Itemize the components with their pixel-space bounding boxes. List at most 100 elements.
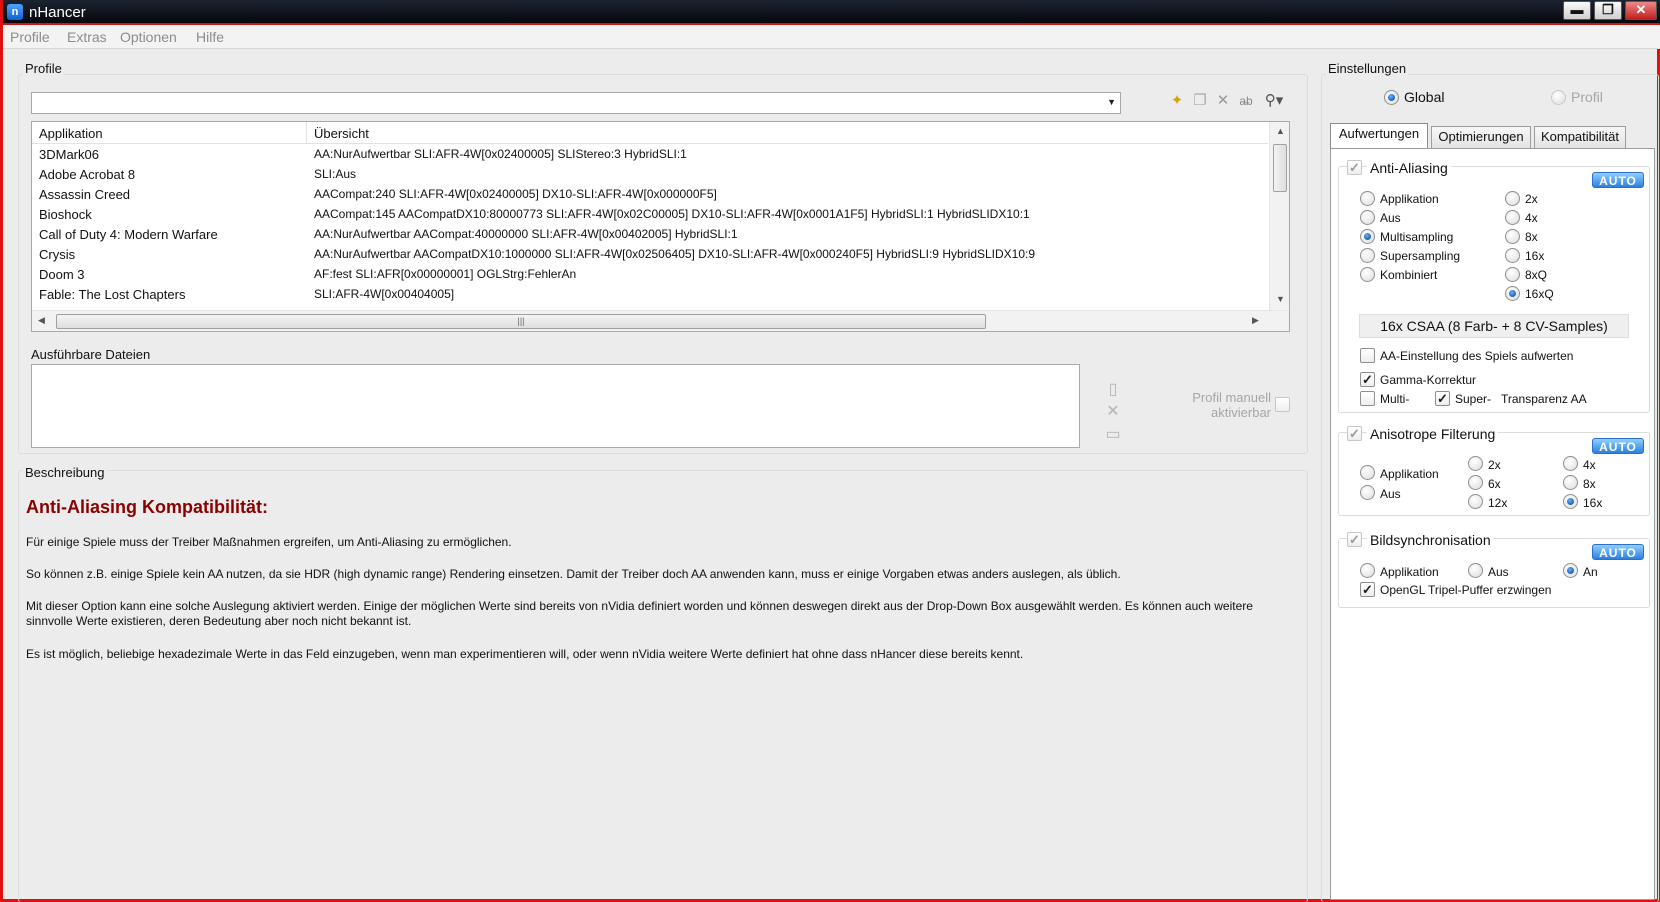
table-row[interactable]: Fable: The Lost Chapters SLI:AFR-4W[0x00… bbox=[32, 285, 1268, 305]
aa-level-16xq-radio[interactable] bbox=[1505, 286, 1520, 301]
transparency-super-checkbox[interactable]: ✓ bbox=[1435, 391, 1450, 406]
rename-profile-icon[interactable]: a̶b bbox=[1236, 91, 1256, 111]
af-level-label: 6x bbox=[1488, 477, 1501, 491]
profile-select[interactable]: ▼ bbox=[31, 92, 1121, 114]
table-cell-app: Bioshock bbox=[39, 207, 92, 222]
scope-global-label: Global bbox=[1404, 89, 1445, 105]
profiles-title: Profile bbox=[23, 61, 64, 76]
restore-button[interactable]: ❐ bbox=[1594, 1, 1622, 20]
folder-icon[interactable]: ▭ bbox=[1103, 424, 1123, 444]
triple-buffer-checkbox[interactable]: ✓ bbox=[1360, 582, 1375, 597]
menu-bar: Profile Extras Optionen Hilfe bbox=[3, 25, 1660, 49]
aa-mode-aus-radio[interactable] bbox=[1360, 210, 1375, 225]
transparency-super-label: Super- bbox=[1455, 392, 1492, 406]
vertical-scrollbar[interactable]: ▲ ▼ bbox=[1269, 122, 1289, 310]
anti-aliasing-enable-checkbox[interactable]: ✓ bbox=[1347, 160, 1362, 175]
af-level-label: 12x bbox=[1488, 496, 1508, 510]
manual-activation-checkbox[interactable] bbox=[1275, 397, 1290, 412]
af-level-16x-radio[interactable] bbox=[1563, 494, 1578, 509]
af-level-4x-radio[interactable] bbox=[1563, 456, 1578, 471]
scope-profile-radio[interactable] bbox=[1551, 90, 1566, 105]
scope-global-radio[interactable] bbox=[1384, 90, 1399, 105]
scroll-left-icon[interactable]: ◀ bbox=[38, 315, 45, 326]
af-level-6x-radio[interactable] bbox=[1468, 475, 1483, 490]
vertical-scroll-thumb[interactable] bbox=[1273, 144, 1287, 192]
aa-mode-label: Kombiniert bbox=[1380, 268, 1438, 282]
af-auto-button[interactable]: AUTO bbox=[1592, 438, 1644, 454]
aa-mode-kombiniert-radio[interactable] bbox=[1360, 267, 1375, 282]
vsync-an-radio[interactable] bbox=[1563, 563, 1578, 578]
transparency-multi-label: Multi- bbox=[1380, 392, 1410, 406]
filter-icon[interactable]: ⚲▾ bbox=[1260, 91, 1288, 111]
table-cell-summary: AF:fest SLI:AFR[0x00000001] OGLStrg:Fehl… bbox=[314, 267, 577, 281]
remove-file-icon[interactable]: ✕ bbox=[1103, 401, 1123, 421]
menu-profile[interactable]: Profile bbox=[10, 29, 50, 45]
table-cell-summary: SLI:AFR-4W[0x00404005] bbox=[314, 287, 455, 301]
close-button[interactable]: ✕ bbox=[1625, 1, 1657, 20]
aa-level-8xq-radio[interactable] bbox=[1505, 267, 1520, 282]
table-row[interactable]: Bioshock AACompat:145 AACompatDX10:80000… bbox=[32, 205, 1268, 225]
af-level-2x-radio[interactable] bbox=[1468, 456, 1483, 471]
vsync-applikation-radio[interactable] bbox=[1360, 563, 1375, 578]
table-row[interactable]: Adobe Acrobat 8 SLI:Aus bbox=[32, 165, 1268, 185]
menu-optionen[interactable]: Optionen bbox=[120, 29, 177, 45]
minimize-button[interactable]: ▬ bbox=[1563, 1, 1591, 20]
title-bar[interactable]: n nHancer ▬ ❐ ✕ bbox=[3, 0, 1660, 25]
table-row[interactable]: 3DMark06 AA:NurAufwertbar SLI:AFR-4W[0x0… bbox=[32, 145, 1268, 165]
table-cell-app: Doom 3 bbox=[39, 267, 85, 282]
transparency-aa-label: Transparenz AA bbox=[1501, 392, 1587, 406]
af-level-label: 2x bbox=[1488, 458, 1501, 472]
aa-mode-label: Multisampling bbox=[1380, 230, 1454, 244]
scroll-right-icon[interactable]: ▶ bbox=[1252, 315, 1259, 326]
aa-enhance-checkbox[interactable] bbox=[1360, 348, 1375, 363]
aa-level-4x-radio[interactable] bbox=[1505, 210, 1520, 225]
af-mode-aus-radio[interactable] bbox=[1360, 485, 1375, 500]
table-cell-app: Call of Duty 4: Modern Warfare bbox=[39, 227, 218, 242]
af-level-12x-radio[interactable] bbox=[1468, 494, 1483, 509]
tab-optimierungen[interactable]: Optimierungen bbox=[1431, 126, 1531, 148]
manual-activation-label-line1: Profil manuell bbox=[1192, 390, 1271, 405]
description-paragraph: So können z.B. einige Spiele kein AA nut… bbox=[26, 567, 1121, 581]
menu-extras[interactable]: Extras bbox=[67, 29, 107, 45]
transparency-multi-checkbox[interactable] bbox=[1360, 391, 1375, 406]
scroll-down-icon[interactable]: ▼ bbox=[1276, 294, 1285, 304]
applications-table: Applikation Übersicht 3DMark06 AA:NurAuf… bbox=[31, 121, 1290, 332]
tab-kompatibilitaet[interactable]: Kompatibilität bbox=[1534, 126, 1626, 148]
scroll-up-icon[interactable]: ▲ bbox=[1276, 126, 1285, 136]
table-row[interactable]: Call of Duty 4: Modern Warfare AA:NurAuf… bbox=[32, 225, 1268, 245]
aa-mode-supersampling-radio[interactable] bbox=[1360, 248, 1375, 263]
af-level-8x-radio[interactable] bbox=[1563, 475, 1578, 490]
table-cell-summary: AACompat:145 AACompatDX10:80000773 SLI:A… bbox=[314, 207, 1030, 221]
aa-mode-multisampling-radio[interactable] bbox=[1360, 229, 1375, 244]
aa-level-16x-radio[interactable] bbox=[1505, 248, 1520, 263]
executables-list[interactable] bbox=[31, 364, 1080, 448]
gamma-correction-checkbox[interactable]: ✓ bbox=[1360, 372, 1375, 387]
af-mode-applikation-radio[interactable] bbox=[1360, 465, 1375, 480]
vsync-enable-checkbox[interactable]: ✓ bbox=[1347, 532, 1362, 547]
anisotropic-enable-checkbox[interactable]: ✓ bbox=[1347, 426, 1362, 441]
tab-aufwertungen[interactable]: Aufwertungen bbox=[1330, 123, 1428, 149]
aa-mode-applikation-radio[interactable] bbox=[1360, 191, 1375, 206]
vsync-option-label: Applikation bbox=[1380, 565, 1439, 579]
aa-level-8x-radio[interactable] bbox=[1505, 229, 1520, 244]
aa-auto-button[interactable]: AUTO bbox=[1592, 172, 1644, 188]
delete-profile-icon[interactable]: ✕ bbox=[1213, 91, 1233, 111]
vsync-aus-radio[interactable] bbox=[1468, 563, 1483, 578]
column-header-overview[interactable]: Übersicht bbox=[314, 126, 369, 141]
horizontal-scrollbar[interactable]: ◀ ||| ▶ bbox=[32, 310, 1289, 331]
vsync-auto-button[interactable]: AUTO bbox=[1592, 544, 1644, 560]
table-row[interactable]: Assassin Creed AACompat:240 SLI:AFR-4W[0… bbox=[32, 185, 1268, 205]
app-icon: n bbox=[7, 4, 23, 20]
aa-level-2x-radio[interactable] bbox=[1505, 191, 1520, 206]
af-level-label: 8x bbox=[1583, 477, 1596, 491]
copy-profile-icon[interactable]: ❐ bbox=[1190, 91, 1210, 111]
add-file-icon[interactable]: ▯ bbox=[1103, 379, 1123, 399]
new-profile-icon[interactable]: ✦ bbox=[1167, 91, 1187, 111]
column-divider[interactable] bbox=[306, 122, 307, 144]
description-paragraph: Für einige Spiele muss der Treiber Maßna… bbox=[26, 535, 512, 549]
column-header-application[interactable]: Applikation bbox=[39, 126, 103, 141]
horizontal-scroll-thumb[interactable]: ||| bbox=[56, 314, 986, 329]
menu-hilfe[interactable]: Hilfe bbox=[196, 29, 224, 45]
table-row[interactable]: Doom 3 AF:fest SLI:AFR[0x00000001] OGLSt… bbox=[32, 265, 1268, 285]
table-row[interactable]: Crysis AA:NurAufwertbar AACompatDX10:100… bbox=[32, 245, 1268, 265]
